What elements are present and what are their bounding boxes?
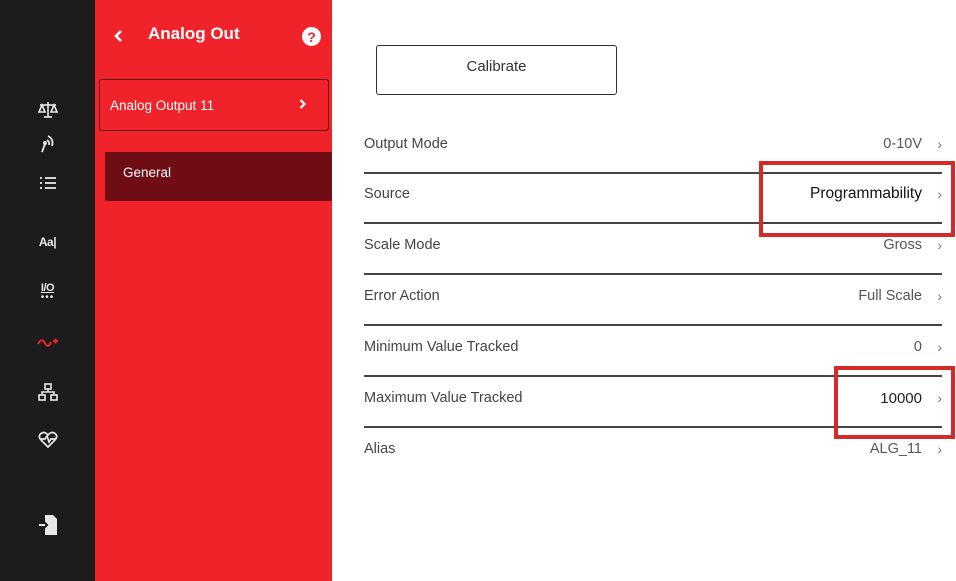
wireless-icon [40,135,53,153]
chevron-right-icon: › [937,186,942,202]
rail-item-text[interactable]: Aa| [0,227,95,257]
rail-item-wireless[interactable] [0,129,95,159]
setting-label: Error Action [364,288,440,304]
chevron-right-icon: › [937,288,942,304]
chevron-right-icon [299,98,307,113]
setting-value: 0-10V [883,136,922,152]
setting-value: Programmability [810,185,922,202]
io-icon-dots: ••• [40,292,55,303]
analog-out-icon [36,338,58,347]
setting-row-error-action[interactable]: Error Action Full Scale › [364,276,942,326]
chevron-right-icon: › [937,390,942,406]
settings-content: Calibrate Output Mode 0-10V › Source Pro… [332,0,956,581]
setting-label: Maximum Value Tracked [364,390,523,406]
setting-label: Source [364,186,410,202]
row-divider [364,375,942,377]
nav-item-general[interactable]: General [105,152,332,201]
row-divider [364,324,942,326]
setting-value: Gross [883,237,922,253]
panel-header: Analog Out ? [95,0,332,72]
back-chevron-icon[interactable] [111,26,125,46]
io-icon: I/O ••• [41,283,55,303]
setting-row-scale-mode[interactable]: Scale Mode Gross › [364,225,942,275]
setting-label: Minimum Value Tracked [364,339,519,355]
setting-label: Scale Mode [364,237,441,253]
list-icon [39,177,56,189]
analog-output-label: Analog Output 11 [110,97,215,113]
text-icon: Aa| [38,235,57,249]
calibrate-button[interactable]: Calibrate [376,45,617,95]
export-icon [38,515,57,535]
rail-item-list[interactable] [0,168,95,198]
setting-value: 0 [913,339,922,355]
scale-icon [37,102,58,118]
network-icon [37,383,58,401]
side-panel: Analog Out ? Analog Output 11 General [95,0,332,581]
panel-title: Analog Out [148,24,240,43]
setting-row-alias[interactable]: Alias ALG_11 › [364,429,942,479]
analog-output-select[interactable]: Analog Output 11 [99,79,329,131]
help-icon[interactable]: ? [302,27,321,46]
setting-row-minimum-value-tracked[interactable]: Minimum Value Tracked 0 › [364,327,942,377]
rail-item-health[interactable] [0,425,95,455]
setting-value: Full Scale [858,288,922,304]
chevron-right-icon: › [937,339,942,355]
setting-value: ALG_11 [869,441,922,457]
setting-row-output-mode[interactable]: Output Mode 0-10V › [364,124,942,174]
rail-item-analog-out[interactable] [0,326,95,356]
chevron-right-icon: › [937,441,942,457]
setting-label: Output Mode [364,136,448,152]
row-divider [364,222,942,224]
rail-item-scale[interactable] [0,95,95,125]
setting-row-maximum-value-tracked[interactable]: Maximum Value Tracked 10000 › [364,378,942,428]
rail-item-io[interactable]: I/O ••• [0,278,95,308]
rail-item-export[interactable] [0,510,95,540]
setting-label: Alias [364,441,396,457]
icon-rail: Aa| I/O ••• [0,0,95,581]
rail-item-network[interactable] [0,377,95,407]
chevron-right-icon: › [937,237,942,253]
setting-row-source[interactable]: Source Programmability › [364,174,942,224]
chevron-right-icon: › [937,136,942,152]
row-divider [364,273,942,275]
setting-value: 10000 [880,390,922,407]
row-divider [364,426,942,428]
heart-icon [38,431,57,449]
